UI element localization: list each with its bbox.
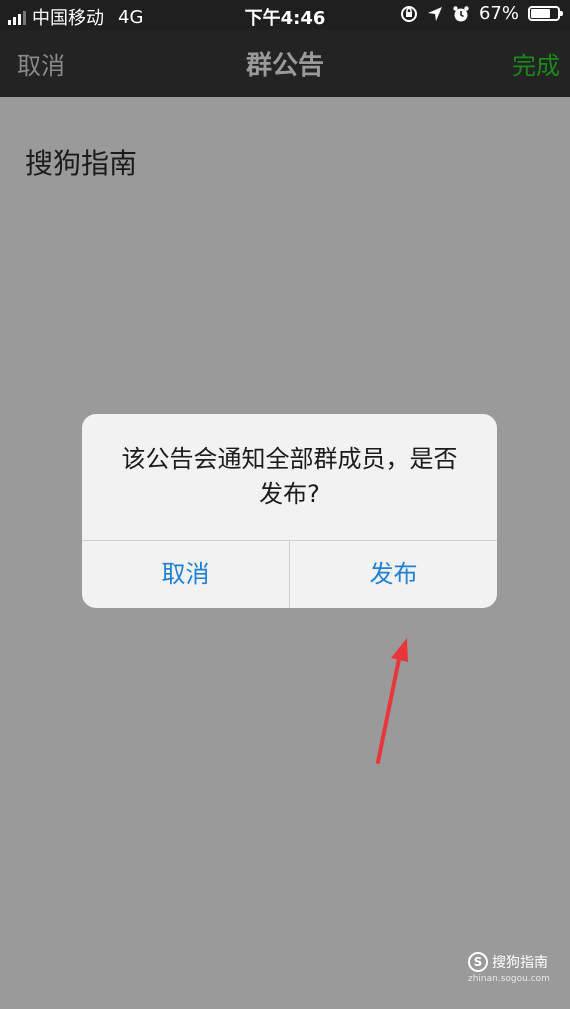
page-title: 群公告 [245, 51, 324, 81]
orientation-lock-icon [400, 5, 417, 22]
status-bar: 中国移动 4G 下午4:46 67% [0, 0, 570, 30]
done-button[interactable]: 完成 [512, 46, 560, 81]
sogou-logo-icon: S [468, 952, 488, 972]
sogou-watermark: S 搜狗指南 zhinan.sogou.com [468, 952, 550, 984]
watermark-url: zhinan.sogou.com [468, 974, 550, 984]
red-arrow-annotation [376, 638, 408, 764]
announcement-text-field[interactable]: 搜狗指南 [25, 142, 137, 182]
location-arrow-icon [427, 6, 442, 21]
navigation-bar: 取消 群公告 完成 [0, 30, 570, 97]
dialog-message: 该公告会通知全部群成员，是否发布? [121, 445, 458, 508]
status-right: 67% [400, 3, 563, 24]
publish-confirm-dialog: 该公告会通知全部群成员，是否发布? 取消 发布 [82, 414, 497, 608]
dialog-cancel-button[interactable]: 取消 [82, 541, 289, 608]
alarm-clock-icon [453, 5, 469, 21]
battery-percent: 67% [478, 3, 519, 24]
battery-icon [528, 6, 563, 21]
dialog-publish-button[interactable]: 发布 [290, 541, 497, 608]
watermark-name: 搜狗指南 [492, 955, 548, 971]
